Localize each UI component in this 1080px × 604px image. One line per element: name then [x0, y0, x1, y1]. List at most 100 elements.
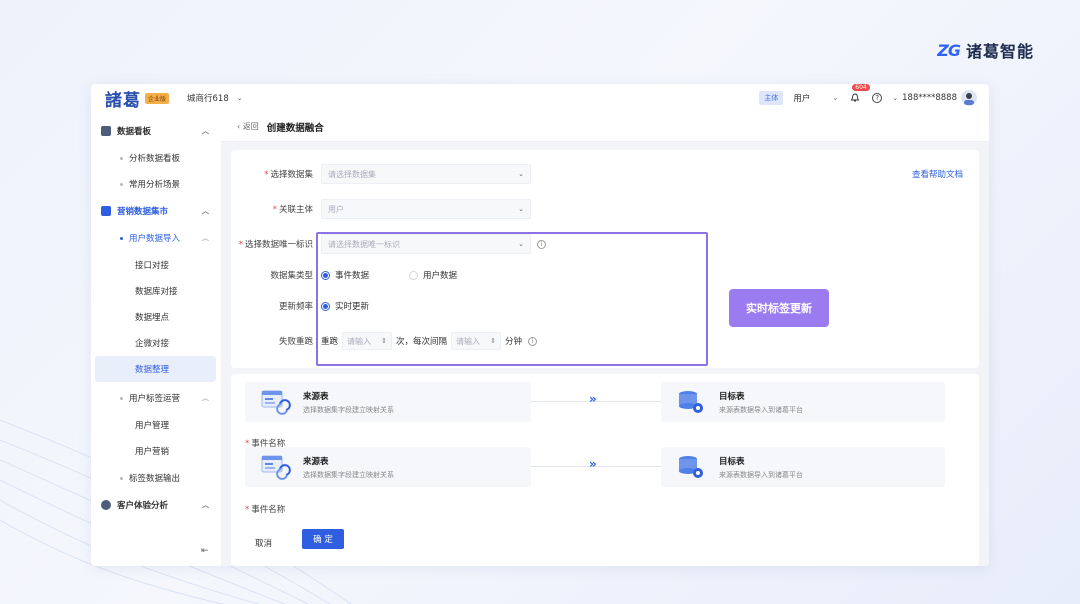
edition-badge: 企业版	[145, 92, 170, 104]
radio-checked-icon	[321, 301, 330, 311]
sidebar-item-tracking[interactable]: 数据埋点	[91, 304, 221, 330]
event-name-label: * 事件名称	[245, 505, 286, 515]
radio-realtime[interactable]: 实时更新	[321, 300, 369, 312]
radio-label: 事件数据	[335, 271, 370, 281]
info-icon[interactable]: i	[537, 239, 546, 249]
retry-label: 失败重跑	[278, 337, 313, 347]
help-doc-link[interactable]: 查看帮助文档	[912, 168, 963, 180]
double-chevron-right-icon: »	[589, 392, 597, 406]
subject-tag: 主体	[759, 91, 784, 105]
chevron-up-icon: ︿	[202, 207, 209, 215]
radio-event-data[interactable]: 事件数据	[321, 269, 369, 281]
chevron-up-icon: ︿	[202, 394, 209, 402]
sidebar-item-marketing-mart[interactable]: 营销数据集市 ︿	[91, 198, 221, 224]
mapping-panel: 来源表 选择数据集字段建立映射关系 » 目标表 来源表数据导入到诸葛平台 *事	[231, 374, 979, 566]
bullet-icon	[120, 182, 123, 186]
store-selector[interactable]: 城商行618 ⌄	[187, 92, 243, 104]
unique-id-row: * 选择数据唯一标识 请选择数据唯一标识 ⌄ i	[231, 234, 546, 254]
radio-checked-icon	[321, 270, 330, 280]
target-table-icon	[677, 389, 707, 415]
data-mart-icon	[101, 206, 111, 216]
account-phone: 188****8888	[902, 93, 957, 103]
help-icon[interactable]: ?	[872, 93, 883, 103]
retry-interval-suffix: 分钟	[505, 337, 523, 347]
realtime-tag-callout: 实时标签更新	[729, 289, 829, 327]
collapse-sidebar-icon[interactable]: ⇤	[201, 546, 209, 556]
target-title: 目标表	[719, 391, 745, 402]
retry-times-suffix: 次，每次间隔	[396, 337, 448, 347]
subject-select[interactable]: 用户 ⌄	[321, 199, 531, 219]
brand-logo: ZG 诸葛智能	[937, 38, 1034, 62]
source-table-card[interactable]: 来源表 选择数据集字段建立映射关系	[245, 382, 531, 422]
bullet-icon	[120, 476, 123, 480]
chevron-up-icon: ︿	[202, 127, 209, 135]
form-panel: 查看帮助文档 * 选择数据集 请选择数据集 ⌄ * 关联主体 用户 ⌄ * 选择数据唯…	[231, 150, 979, 368]
source-table-card[interactable]: 来源表 选择数据集字段建立映射关系	[245, 447, 531, 487]
sidebar-item-label: 常用分析场景	[129, 180, 181, 190]
update-freq-row: 更新频率 实时更新	[231, 300, 409, 312]
sidebar-item-data-dashboard[interactable]: 数据看板 ︿	[91, 118, 221, 144]
sidebar: 数据看板 ︿ 分析数据看板 常用分析场景 营销数据集市 ︿ 用户数据导入 ︿ 接…	[91, 112, 221, 566]
double-chevron-right-icon: »	[589, 457, 597, 471]
breadcrumb: ‹ 返回 创建数据融合	[221, 112, 989, 142]
subject-selector[interactable]: 用户 ⌄	[793, 92, 838, 104]
dataset-placeholder: 请选择数据集	[328, 169, 376, 179]
source-title: 来源表	[303, 456, 329, 467]
sidebar-item-user-data-import[interactable]: 用户数据导入 ︿	[91, 225, 221, 251]
source-desc: 选择数据集字段建立映射关系	[303, 470, 394, 479]
page-title: 创建数据融合	[266, 122, 324, 134]
sidebar-item-data-cleanup[interactable]: 数据整理	[95, 356, 216, 382]
retry-count-stepper[interactable]: 请输入 ⇕	[342, 332, 393, 350]
chevron-down-icon: ⌄	[518, 170, 524, 178]
retry-prefix: 重跑	[321, 337, 339, 347]
radio-label: 用户数据	[423, 271, 458, 281]
account-menu[interactable]: ⌄ 188****8888	[892, 90, 977, 106]
target-desc: 来源表数据导入到诸葛平台	[719, 405, 803, 414]
chevron-down-icon: ⌄	[518, 240, 524, 248]
confirm-button[interactable]: 确 定	[302, 529, 344, 549]
sidebar-item-label: 数据看板	[117, 127, 152, 137]
app-logo[interactable]: 諸葛	[105, 86, 141, 111]
sidebar-item-tag-ops[interactable]: 用户标签运营 ︿	[91, 385, 221, 411]
unique-id-select[interactable]: 请选择数据唯一标识 ⌄	[321, 234, 531, 254]
retry-interval-stepper[interactable]: 请输入 ⇕	[451, 332, 502, 350]
chevron-down-icon: ⌄	[518, 205, 524, 213]
sidebar-item-user-marketing[interactable]: 用户营销	[91, 438, 221, 464]
radio-unchecked-icon	[409, 270, 419, 280]
store-name: 城商行618	[187, 94, 229, 104]
dataset-type-row: 数据集类型 事件数据 用户数据	[231, 269, 497, 281]
subject-label: * 关联主体	[272, 205, 313, 215]
info-icon[interactable]: i	[528, 336, 538, 346]
subject-placeholder: 用户	[328, 204, 344, 214]
sidebar-item-cx-analysis[interactable]: 客户体验分析 ︿	[91, 492, 221, 518]
source-table-icon	[261, 454, 291, 480]
dataset-label: * 选择数据集	[264, 170, 313, 180]
sidebar-item-label: 用户营销	[135, 447, 170, 457]
retry-count-placeholder: 请输入	[347, 336, 372, 346]
chevron-down-icon: ⌄	[832, 94, 839, 102]
bullet-icon	[120, 156, 123, 160]
stepper-icon[interactable]: ⇕	[381, 337, 387, 345]
sidebar-item-analysis-dashboard[interactable]: 分析数据看板	[91, 145, 221, 171]
retry-interval-placeholder: 请输入	[456, 336, 481, 346]
sidebar-item-api[interactable]: 接口对接	[91, 252, 221, 278]
sidebar-item-tag-output[interactable]: 标签数据输出	[91, 465, 221, 491]
notification-button[interactable]: 604	[848, 84, 870, 105]
stepper-icon[interactable]: ⇕	[490, 337, 496, 345]
sidebar-item-label: 标签数据输出	[129, 474, 181, 484]
main-content: ‹ 返回 创建数据融合 查看帮助文档 * 选择数据集 请选择数据集 ⌄ * 关联主体…	[221, 112, 989, 566]
sidebar-item-user-management[interactable]: 用户管理	[91, 412, 221, 438]
update-freq-label: 更新频率	[278, 302, 313, 312]
sidebar-item-database[interactable]: 数据库对接	[91, 278, 221, 304]
sidebar-item-common-scenes[interactable]: 常用分析场景	[91, 171, 221, 197]
target-table-card[interactable]: 目标表 来源表数据导入到诸葛平台	[661, 447, 945, 487]
cancel-button[interactable]: 取消	[255, 537, 272, 549]
chevron-down-icon: ⌄	[892, 94, 899, 102]
dataset-select[interactable]: 请选择数据集 ⌄	[321, 164, 531, 184]
target-table-card[interactable]: 目标表 来源表数据导入到诸葛平台	[661, 382, 945, 422]
avatar[interactable]	[961, 90, 977, 106]
subject-row: * 关联主体 用户 ⌄	[231, 199, 531, 219]
sidebar-item-wecom[interactable]: 企微对接	[91, 330, 221, 356]
back-link[interactable]: ‹ 返回	[237, 121, 259, 132]
radio-user-data[interactable]: 用户数据	[409, 269, 457, 281]
